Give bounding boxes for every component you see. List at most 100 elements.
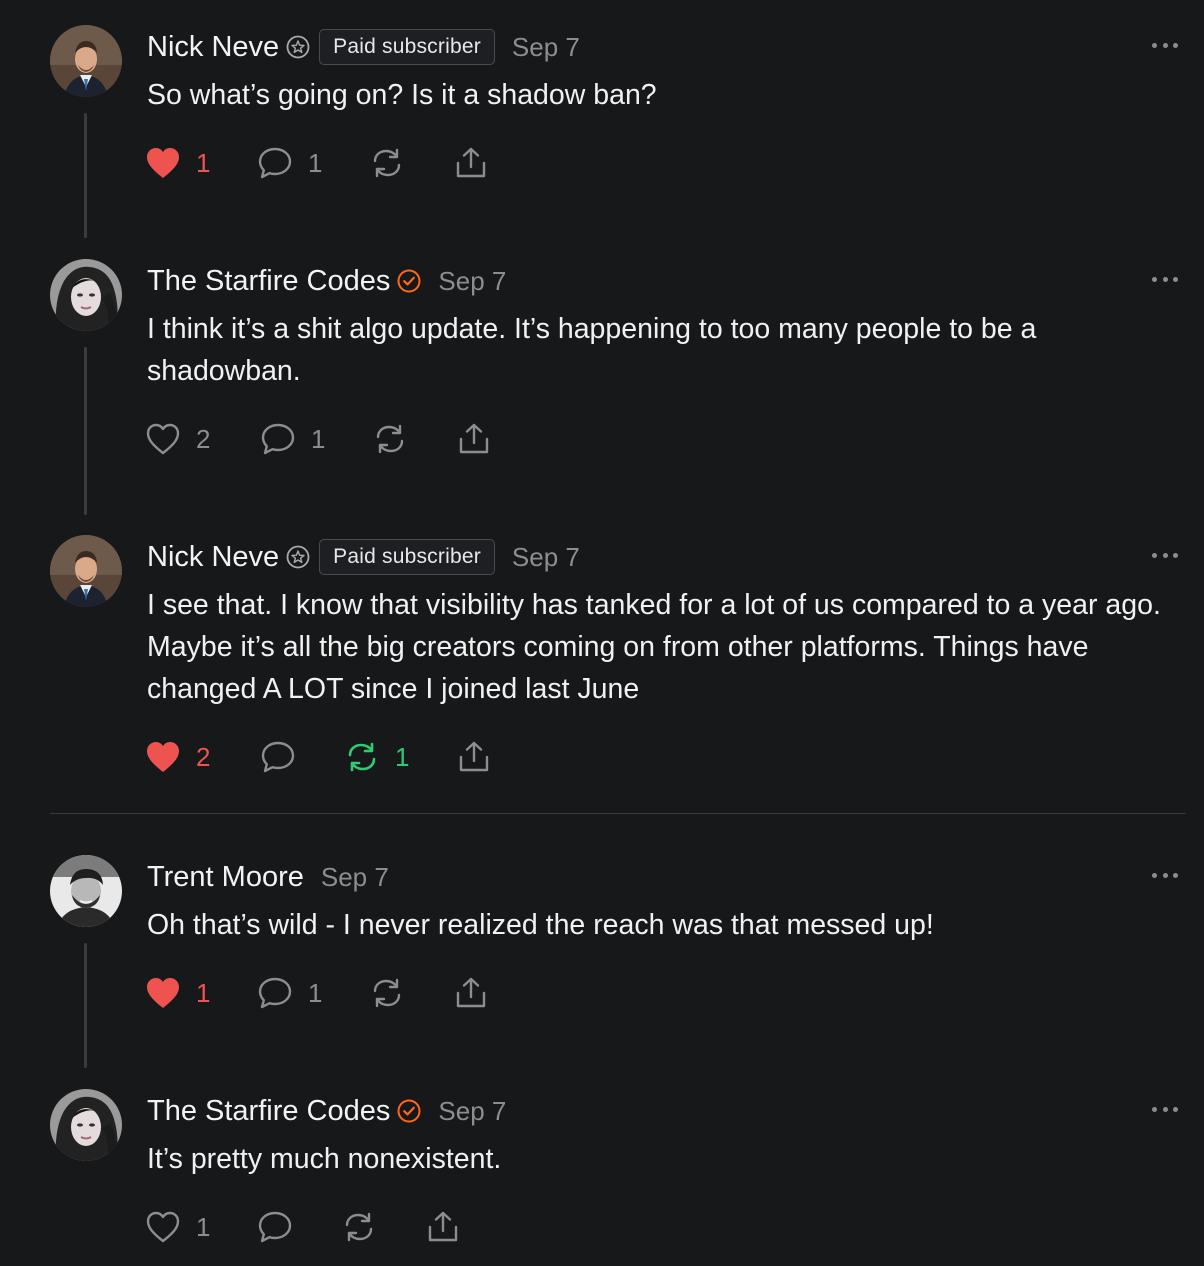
avatar[interactable]: [50, 259, 122, 331]
share-icon: [456, 977, 486, 1008]
share-button[interactable]: [456, 419, 492, 459]
paid-subscriber-badge: Paid subscriber: [319, 29, 495, 65]
reply-bubble-icon: [261, 741, 295, 773]
comment-actions: 2 1: [145, 419, 492, 459]
author-name[interactable]: The Starfire Codes: [147, 1095, 390, 1128]
like-button[interactable]: 1: [145, 973, 257, 1013]
divider: [50, 813, 1186, 814]
like-button[interactable]: 1: [145, 143, 257, 183]
reply-count: 1: [308, 147, 323, 178]
avatar[interactable]: [50, 1089, 122, 1161]
more-options-icon[interactable]: [1152, 551, 1178, 559]
reply-button[interactable]: 1: [257, 143, 369, 183]
comment: The Starfire Codes Sep 7 I think it’s a …: [0, 259, 1204, 517]
comment-date[interactable]: Sep 7: [438, 1096, 506, 1127]
verified-check-icon: [397, 1099, 421, 1123]
comment-header: The Starfire Codes Sep 7: [147, 261, 506, 301]
comment-header: Nick Neve Paid subscriber Sep 7: [147, 537, 580, 577]
author-name[interactable]: Trent Moore: [147, 861, 304, 894]
restack-icon: [373, 978, 401, 1008]
author-name[interactable]: Nick Neve: [147, 31, 279, 64]
heart-filled-icon: [147, 978, 179, 1008]
heart-outline-icon: [146, 423, 180, 455]
comment-thread: Nick Neve Paid subscriber Sep 7 So what’…: [0, 0, 1204, 1266]
comment-date[interactable]: Sep 7: [512, 542, 580, 573]
comment-actions: 1 1: [145, 143, 489, 183]
comment-header: Trent Moore Sep 7: [147, 857, 389, 897]
more-options-icon[interactable]: [1152, 275, 1178, 283]
restack-button[interactable]: [369, 973, 453, 1013]
like-button[interactable]: 1: [145, 1207, 257, 1247]
comment: The Starfire Codes Sep 7 It’s pretty muc…: [0, 1089, 1204, 1264]
comment: Nick Neve Paid subscriber Sep 7 So what’…: [0, 25, 1204, 240]
thread-line: [84, 347, 87, 515]
like-count: 1: [196, 147, 211, 178]
restack-button[interactable]: [341, 1207, 425, 1247]
comment-header: The Starfire Codes Sep 7: [147, 1091, 506, 1131]
restack-button[interactable]: [372, 419, 456, 459]
share-icon: [428, 1211, 458, 1242]
restack-icon: [373, 148, 401, 178]
paid-subscriber-badge: Paid subscriber: [319, 539, 495, 575]
author-name[interactable]: The Starfire Codes: [147, 265, 390, 298]
more-options-icon[interactable]: [1152, 1105, 1178, 1113]
thread-line: [84, 943, 87, 1068]
avatar[interactable]: [50, 855, 122, 927]
reply-button[interactable]: 1: [257, 973, 369, 1013]
author-name[interactable]: Nick Neve: [147, 541, 279, 574]
restack-button[interactable]: [369, 143, 453, 183]
like-button[interactable]: 2: [145, 419, 260, 459]
comment-text: It’s pretty much nonexistent.: [147, 1143, 502, 1175]
reply-button[interactable]: [260, 737, 344, 777]
reply-bubble-icon: [261, 423, 295, 455]
heart-filled-icon: [147, 742, 179, 772]
like-count: 1: [196, 1211, 211, 1242]
thread-line: [84, 113, 87, 238]
verified-check-icon: [397, 269, 421, 293]
restack-icon: [376, 424, 404, 454]
comment-header: Nick Neve Paid subscriber Sep 7: [147, 27, 580, 67]
comment-actions: 1: [145, 1207, 461, 1247]
like-button[interactable]: 2: [145, 737, 260, 777]
comment-text: Oh that’s wild - I never realized the re…: [147, 909, 934, 941]
more-options-icon[interactable]: [1152, 871, 1178, 879]
reply-button[interactable]: 1: [260, 419, 372, 459]
restack-active-icon: [348, 742, 376, 772]
reply-count: 1: [311, 423, 326, 454]
share-icon: [459, 423, 489, 454]
restack-count: 1: [395, 741, 410, 772]
comment-text: I see that. I know that visibility has t…: [147, 589, 1161, 705]
comment-text: I think it’s a shit algo update. It’s ha…: [147, 313, 1037, 387]
share-icon: [459, 741, 489, 772]
restack-button[interactable]: 1: [344, 737, 456, 777]
paid-subscriber-icon: [286, 35, 310, 59]
avatar[interactable]: [50, 535, 122, 607]
share-icon: [456, 147, 486, 178]
like-count: 2: [196, 741, 211, 772]
more-options-icon[interactable]: [1152, 41, 1178, 49]
comment-text: So what’s going on? Is it a shadow ban?: [147, 79, 657, 111]
comment-date[interactable]: Sep 7: [512, 32, 580, 63]
reply-bubble-icon: [258, 977, 292, 1009]
share-button[interactable]: [453, 143, 489, 183]
reply-bubble-icon: [258, 147, 292, 179]
comment-actions: 2 1: [145, 737, 492, 777]
comment: Nick Neve Paid subscriber Sep 7 I see th…: [0, 535, 1204, 795]
comment-actions: 1 1: [145, 973, 489, 1013]
like-count: 1: [196, 977, 211, 1008]
reply-bubble-icon: [258, 1211, 292, 1243]
share-button[interactable]: [453, 973, 489, 1013]
comment-date[interactable]: Sep 7: [438, 266, 506, 297]
comment-date[interactable]: Sep 7: [321, 862, 389, 893]
share-button[interactable]: [456, 737, 492, 777]
avatar[interactable]: [50, 25, 122, 97]
reply-count: 1: [308, 977, 323, 1008]
comment: Trent Moore Sep 7 Oh that’s wild - I nev…: [0, 855, 1204, 1070]
heart-outline-icon: [146, 1211, 180, 1243]
restack-icon: [345, 1212, 373, 1242]
share-button[interactable]: [425, 1207, 461, 1247]
reply-button[interactable]: [257, 1207, 341, 1247]
heart-filled-icon: [147, 148, 179, 178]
like-count: 2: [196, 423, 211, 454]
paid-subscriber-icon: [286, 545, 310, 569]
